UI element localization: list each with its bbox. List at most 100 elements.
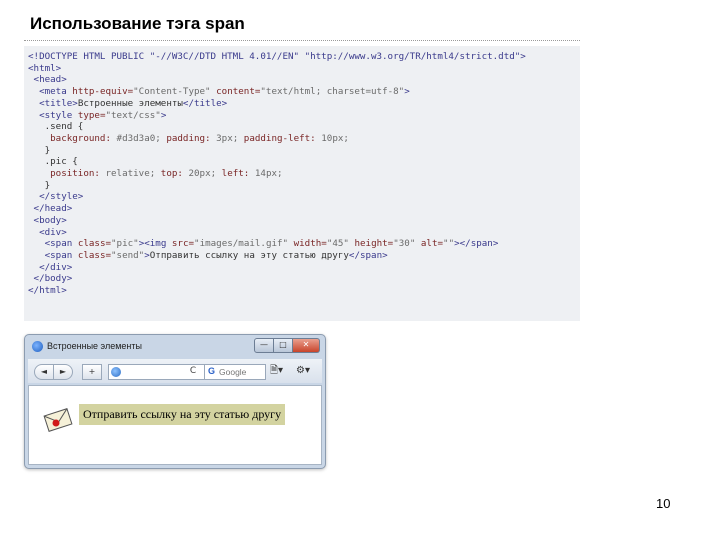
code-line: } xyxy=(28,145,526,157)
code-panel: <!DOCTYPE HTML PUBLIC "-//W3C//DTD HTML … xyxy=(24,46,580,321)
code-token: <title> xyxy=(39,97,78,109)
new-tab-button[interactable]: + xyxy=(82,364,102,380)
code-line: <span class="send">Отправить ссылку на э… xyxy=(28,250,526,262)
code-line: .pic { xyxy=(28,156,526,168)
code-line: <html> xyxy=(28,63,526,75)
code-token: background: xyxy=(50,132,117,144)
code-token: "send" xyxy=(111,249,145,261)
code-line: <style type="text/css"> xyxy=(28,110,526,122)
code-token: <html> xyxy=(28,62,62,74)
code-line: </body> xyxy=(28,273,526,285)
code-token: </style> xyxy=(39,191,84,203)
code-line: </div> xyxy=(28,262,526,274)
mail-envelope-icon xyxy=(43,408,73,432)
code-token: </html> xyxy=(28,285,67,297)
browser-logo-icon xyxy=(32,341,43,352)
code-token: </head> xyxy=(33,203,73,215)
page-viewport: Отправить ссылку на эту статью другу xyxy=(28,385,322,465)
code-listing: <!DOCTYPE HTML PUBLIC "-//W3C//DTD HTML … xyxy=(28,51,526,297)
code-token: <body> xyxy=(33,214,67,226)
code-token: Отправить ссылку на эту статью другу xyxy=(149,249,349,261)
code-token: "text/html; charset=utf-8" xyxy=(260,86,405,98)
code-token: "30" xyxy=(393,238,421,250)
code-token: content= xyxy=(216,86,261,98)
code-token: padding-left: xyxy=(243,132,322,144)
code-token: class= xyxy=(77,249,112,261)
code-line: <!DOCTYPE HTML PUBLIC "-//W3C//DTD HTML … xyxy=(28,51,526,63)
code-token: ></span> xyxy=(454,238,499,250)
maximize-button[interactable]: □ xyxy=(274,338,293,353)
code-line: } xyxy=(28,180,526,192)
code-token: position: xyxy=(50,168,106,180)
code-token: class= xyxy=(77,238,112,250)
send-link-span: Отправить ссылку на эту статью другу xyxy=(79,404,286,425)
minimize-button[interactable]: — xyxy=(254,338,274,353)
code-token: <span xyxy=(44,238,78,250)
code-line: <title>Встроенные элементы</title> xyxy=(28,98,526,110)
code-token: 20px; xyxy=(188,168,222,180)
reload-button[interactable]: C xyxy=(186,364,200,378)
code-token: </span> xyxy=(348,249,388,261)
code-token: ><img xyxy=(138,238,172,250)
browser-titlebar: Встроенные элементы — □ ✕ xyxy=(25,335,325,357)
back-button[interactable]: ◄ xyxy=(34,364,54,380)
code-token: } xyxy=(28,179,51,191)
code-token: width= xyxy=(293,238,327,250)
code-line: position: relative; top: 20px; left: 14p… xyxy=(28,168,526,180)
code-token: 3px; xyxy=(216,132,244,144)
globe-icon xyxy=(111,367,121,377)
tools-menu-icon[interactable]: ⚙▾ xyxy=(296,364,310,378)
browser-window: Встроенные элементы — □ ✕ ◄ ► + C G Goog… xyxy=(24,334,326,469)
code-token: <!DOCTYPE HTML PUBLIC "-//W3C//DTD HTML … xyxy=(28,51,526,62)
code-token: "" xyxy=(443,238,455,250)
code-token: top: xyxy=(160,168,189,180)
code-token: padding: xyxy=(166,132,217,144)
code-token: .send { xyxy=(28,121,84,133)
code-token: "images/mail.gif" xyxy=(194,238,294,250)
code-token: http-equiv= xyxy=(72,86,134,98)
code-token: <div> xyxy=(39,226,67,238)
code-line: </html> xyxy=(28,285,526,297)
search-input[interactable]: G Google xyxy=(204,364,266,380)
code-token: > xyxy=(404,86,410,98)
code-line: </style> xyxy=(28,191,526,203)
code-token: 10px; xyxy=(321,132,349,144)
forward-button[interactable]: ► xyxy=(53,364,73,380)
code-token: Встроенные элементы xyxy=(77,97,183,109)
code-token: height= xyxy=(354,238,394,250)
slide-title: Использование тэга span xyxy=(30,14,245,33)
title-divider xyxy=(24,40,580,41)
code-line: <div> xyxy=(28,227,526,239)
code-token: left: xyxy=(221,168,255,180)
code-line: </head> xyxy=(28,203,526,215)
code-token: </body> xyxy=(33,273,73,285)
code-line: .send { xyxy=(28,121,526,133)
code-line: background: #d3d3a0; padding: 3px; paddi… xyxy=(28,133,526,145)
close-button[interactable]: ✕ xyxy=(293,338,320,353)
code-token: "text/css" xyxy=(105,109,161,121)
code-token: "pic" xyxy=(111,238,139,250)
code-token: src= xyxy=(171,238,195,250)
code-line: <body> xyxy=(28,215,526,227)
code-line: <meta http-equiv="Content-Type" content=… xyxy=(28,86,526,98)
window-title: Встроенные элементы xyxy=(47,341,142,351)
page-menu-icon[interactable]: 🗎▾ xyxy=(270,364,283,378)
code-token: "Content-Type" xyxy=(133,86,217,98)
code-token: #d3d3a0; xyxy=(116,132,167,144)
code-token: <head> xyxy=(33,74,67,86)
code-token: </div> xyxy=(39,261,73,273)
slide-number: 10 xyxy=(656,496,671,511)
code-token: 14px; xyxy=(254,168,283,180)
code-token: </title> xyxy=(182,97,228,109)
code-token: <style xyxy=(39,109,78,121)
code-line: <head> xyxy=(28,74,526,86)
